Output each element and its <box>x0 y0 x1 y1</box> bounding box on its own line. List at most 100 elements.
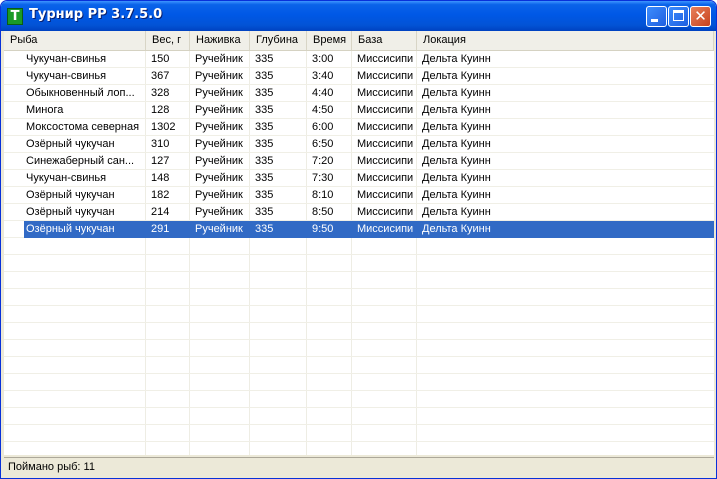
cell-location: Дельта Куинн <box>422 223 491 235</box>
cell-location: Дельта Куинн <box>422 121 491 133</box>
cell-location: Дельта Куинн <box>422 155 491 167</box>
cell-fish: Озёрный чукучан <box>26 206 115 218</box>
cell-location: Дельта Куинн <box>422 87 491 99</box>
col-header-bait[interactable]: Наживка <box>190 31 250 50</box>
app-icon[interactable]: T <box>7 8 23 25</box>
cell-depth: 335 <box>255 223 274 235</box>
cell-base: Миссисипи <box>357 138 414 150</box>
grid-row-line <box>4 305 714 306</box>
cell-fish: Озёрный чукучан <box>26 138 115 150</box>
table-row[interactable]: Озёрный чукучан 291 Ручейник 335 9:50 Миссиси… <box>4 221 714 238</box>
col-header-fish[interactable]: Рыба <box>4 31 146 50</box>
cell-bait: Ручейник <box>195 223 243 235</box>
cell-time: 6:00 <box>312 121 334 133</box>
cell-fish: Чукучан-свинья <box>26 172 107 184</box>
app-window: T Турнир РР 3.7.5.0 ✕ Рыба Вес, г Наживка Г… <box>0 0 717 479</box>
cell-depth: 335 <box>255 206 274 218</box>
cell-fish: Обыкновенный лоп... <box>26 87 135 99</box>
list-header: Рыба Вес, г Наживка Глубина Время База Локация <box>4 31 714 51</box>
close-button[interactable]: ✕ <box>690 6 711 27</box>
cell-base: Миссисипи <box>357 206 414 218</box>
cell-time: 7:30 <box>312 172 334 184</box>
table-row[interactable]: Озёрный чукучан 182 Ручейник 335 8:10 Миссиси… <box>4 187 714 204</box>
cell-location: Дельта Куинн <box>422 189 491 201</box>
table-row[interactable]: Моксостома северная 1302 Ручейник 335 6:00 Ми… <box>4 119 714 136</box>
cell-depth: 335 <box>255 172 274 184</box>
grid-row-line <box>4 373 714 374</box>
cell-base: Миссисипи <box>357 172 414 184</box>
grid-row-line <box>4 390 714 391</box>
close-icon: ✕ <box>694 7 707 25</box>
cell-fish: Озёрный чукучан <box>26 223 115 235</box>
cell-fish: Чукучан-свинья <box>26 53 107 65</box>
cell-bait: Ручейник <box>195 189 243 201</box>
status-bar: Поймано рыб: 11 <box>4 457 714 476</box>
cell-weight: 127 <box>151 155 170 167</box>
col-header-depth[interactable]: Глубина <box>250 31 307 50</box>
cell-base: Миссисипи <box>357 70 414 82</box>
cell-depth: 335 <box>255 121 274 133</box>
cell-base: Миссисипи <box>357 104 414 116</box>
col-header-weight[interactable]: Вес, г <box>146 31 190 50</box>
table-row[interactable]: Синежаберный сан... 127 Ручейник 335 7:20 Мис… <box>4 153 714 170</box>
list-body[interactable]: Чукучан-свинья 150 Ручейник 335 3:00 Миссисип… <box>4 51 714 455</box>
cell-time: 6:50 <box>312 138 334 150</box>
cell-fish: Чукучан-свинья <box>26 70 107 82</box>
col-header-base[interactable]: База <box>352 31 417 50</box>
cell-bait: Ручейник <box>195 155 243 167</box>
cell-fish: Минога <box>26 104 64 116</box>
cell-depth: 335 <box>255 138 274 150</box>
cell-bait: Ручейник <box>195 121 243 133</box>
grid-row-line <box>4 254 714 255</box>
cell-time: 3:00 <box>312 53 334 65</box>
cell-bait: Ручейник <box>195 87 243 99</box>
cell-location: Дельта Куинн <box>422 53 491 65</box>
grid-row-line <box>4 424 714 425</box>
grid-row-line <box>4 271 714 272</box>
table-row[interactable]: Минога 128 Ручейник 335 4:50 Миссисипи Дельта … <box>4 102 714 119</box>
table-row[interactable]: Чукучан-свинья 150 Ручейник 335 3:00 Миссисип… <box>4 51 714 68</box>
col-header-location[interactable]: Локация <box>417 31 714 50</box>
col-header-time[interactable]: Время <box>307 31 352 50</box>
cell-location: Дельта Куинн <box>422 104 491 116</box>
grid-row-line <box>4 322 714 323</box>
table-row[interactable]: Обыкновенный лоп... 328 Ручейник 335 4:40 Мис… <box>4 85 714 102</box>
table-row[interactable]: Озёрный чукучан 214 Ручейник 335 8:50 Миссиси… <box>4 204 714 221</box>
cell-weight: 182 <box>151 189 170 201</box>
catch-list[interactable]: Рыба Вес, г Наживка Глубина Время База Локация… <box>4 31 714 455</box>
window-title: Турнир РР 3.7.5.0 <box>29 7 163 22</box>
maximize-button[interactable] <box>668 6 689 27</box>
cell-depth: 335 <box>255 155 274 167</box>
cell-weight: 214 <box>151 206 170 218</box>
cell-depth: 335 <box>255 87 274 99</box>
cell-bait: Ручейник <box>195 104 243 116</box>
cell-location: Дельта Куинн <box>422 138 491 150</box>
cell-base: Миссисипи <box>357 53 414 65</box>
cell-weight: 128 <box>151 104 170 116</box>
maximize-icon <box>673 10 684 21</box>
table-row[interactable]: Чукучан-свинья 367 Ручейник 335 3:40 Миссисип… <box>4 68 714 85</box>
cell-fish: Озёрный чукучан <box>26 189 115 201</box>
cell-fish: Синежаберный сан... <box>26 155 135 167</box>
cell-fish: Моксостома северная <box>26 121 140 133</box>
cell-base: Миссисипи <box>357 87 414 99</box>
cell-time: 3:40 <box>312 70 334 82</box>
cell-base: Миссисипи <box>357 223 414 235</box>
cell-base: Миссисипи <box>357 189 414 201</box>
cell-depth: 335 <box>255 70 274 82</box>
cell-weight: 148 <box>151 172 170 184</box>
status-text: Поймано рыб: 11 <box>8 461 95 473</box>
cell-bait: Ручейник <box>195 172 243 184</box>
cell-location: Дельта Куинн <box>422 70 491 82</box>
cell-location: Дельта Куинн <box>422 172 491 184</box>
minimize-button[interactable] <box>646 6 667 27</box>
table-row[interactable]: Чукучан-свинья 148 Ручейник 335 7:30 Миссисип… <box>4 170 714 187</box>
cell-time: 4:50 <box>312 104 334 116</box>
cell-bait: Ручейник <box>195 138 243 150</box>
cell-time: 7:20 <box>312 155 334 167</box>
grid-row-line <box>4 407 714 408</box>
cell-time: 8:50 <box>312 206 334 218</box>
table-row[interactable]: Озёрный чукучан 310 Ручейник 335 6:50 Миссиси… <box>4 136 714 153</box>
title-bar[interactable]: T Турнир РР 3.7.5.0 ✕ <box>1 1 716 31</box>
grid-row-line <box>4 339 714 340</box>
